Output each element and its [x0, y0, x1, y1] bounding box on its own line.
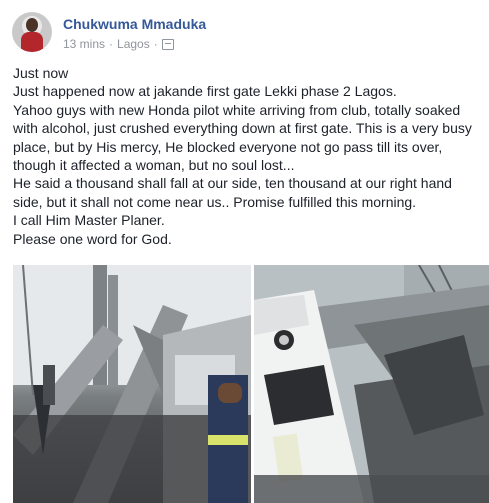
avatar-body	[21, 32, 43, 52]
post-paragraph: Yahoo guys with new Honda pilot white ar…	[13, 101, 472, 174]
avatar[interactable]	[12, 12, 52, 52]
avatar-head	[26, 18, 38, 32]
meta-separator: ·	[153, 37, 158, 51]
post-meta: 13 mins · Lagos ·	[63, 37, 174, 51]
accident-photo-2[interactable]	[254, 265, 489, 503]
meta-separator: ·	[109, 37, 114, 51]
photo-grid	[13, 265, 489, 503]
accident-photo-1-drawing	[13, 265, 251, 503]
post-paragraph: I call Him Master Planer.	[13, 212, 165, 229]
privacy-icon[interactable]	[161, 38, 174, 50]
post-text: Just now Just happened now at jakande fi…	[13, 64, 483, 248]
accident-photo-1[interactable]	[13, 265, 251, 503]
accident-photo-2-drawing	[254, 265, 489, 503]
post-paragraph: He said a thousand shall fall at our sid…	[13, 175, 452, 210]
post-paragraph: Please one word for God.	[13, 230, 172, 247]
post-paragraph: Just now	[13, 65, 69, 81]
post-header: Chukwuma Mmaduka 13 mins · Lagos ·	[12, 12, 477, 56]
post-location[interactable]: Lagos	[117, 37, 150, 51]
post-paragraph: Just happened now at jakande first gate …	[13, 83, 397, 100]
author-name[interactable]: Chukwuma Mmaduka	[63, 16, 206, 32]
post-time[interactable]: 13 mins	[63, 37, 105, 51]
